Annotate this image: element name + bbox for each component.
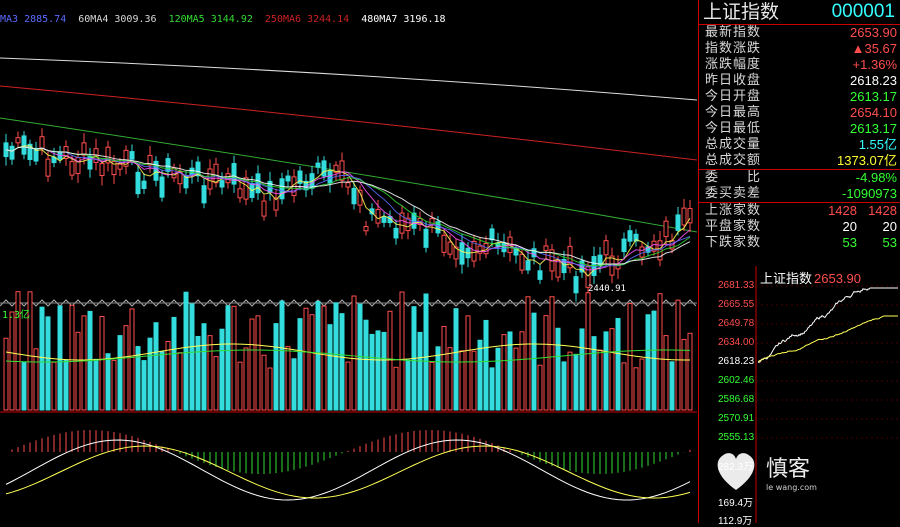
ma120-label: 120MA5 3144.92 [168,14,253,25]
quote-value: 1373.07亿 [837,153,897,168]
breadth-value: 1428 [828,203,857,218]
index-code: 000001 [831,1,895,22]
breadth-value-2: 1428 [868,203,897,218]
kline-chart[interactable]: MA3 2885.74 60MA4 3009.36 120MA5 3144.92… [0,0,697,523]
watermark-logo: 慎客 le wang.com [710,440,820,500]
panel-header: 上证指数 000001 [699,0,900,25]
quote-label: 今日最低 [705,121,762,136]
quote-row: 今日开盘 2613.17 [699,89,900,105]
low-point-label: 2440.91 [588,284,626,294]
quote-label: 总成交额 [705,153,762,168]
quote-label: 委 比 [705,170,762,185]
breadth-value-2: 20 [882,219,897,234]
mini-y-tick: 2649.78 [718,318,755,329]
breadth-row: 下跌家数 53 53 [699,235,900,251]
quote-row: 最新指数 2653.90 [699,25,900,41]
breadth-label: 平盘家数 [705,219,762,234]
quote-label: 最新指数 [705,25,762,40]
quote-value: 2613.17 [850,89,897,104]
kline-drawing [0,57,697,501]
quote-value: -4.98% [855,170,897,185]
mini-y-tick: 2681.33 [718,280,755,291]
quote-value: 2654.10 [850,105,897,120]
mini-title-label: 上证指数 [760,272,813,287]
ma250-label: 250MA6 3244.14 [264,14,350,25]
mini-y-tick: 2618.23 [718,356,755,367]
mini-y-tick: 2602.46 [718,375,755,386]
quote-label: 指数涨跌 [705,41,762,56]
mini-chart-title: 上证指数 2653.90 [760,268,861,287]
quote-row: 委 比 -4.98% [699,170,900,186]
quote-value: 1.55亿 [858,137,897,152]
breadth-row: 平盘家数 20 20 [699,219,900,235]
mini-y-tick: 2570.91 [718,413,755,424]
ma3-label: MA3 2885.74 [0,14,67,25]
ma480-label: 480MA7 3196.18 [361,14,446,25]
kline-canvas[interactable] [0,0,697,523]
breadth-value: 53 [842,235,857,250]
quote-value: 2613.17 [850,121,897,136]
quote-row: 总成交量 1.55亿 [699,137,900,153]
quote-row: 今日最高 2654.10 [699,105,900,121]
logo-text: 慎客 [766,457,810,482]
breadth-value-2: 53 [882,235,897,250]
quote-value: +1.36% [852,57,897,72]
quote-label: 总成交量 [705,137,762,152]
quote-row: 今日最低 2613.17 [699,121,900,137]
breadth-value: 20 [842,219,857,234]
ma60-label: 60MA4 3009.36 [78,14,157,25]
mini-y-tick: 2665.55 [718,299,755,310]
quote-row: 涨跌幅度 +1.36% [699,57,900,73]
mini-title-value: 2653.90 [814,271,862,286]
quote-row: 指数涨跌 ▲35.67 [699,41,900,57]
quote-row: 昨日收盘 2618.23 [699,73,900,89]
ma-legend: MA3 2885.74 60MA4 3009.36 120MA5 3144.92… [0,14,452,30]
quote-value: ▲35.67 [851,41,897,56]
logo-sub: le wang.com [766,483,817,492]
mini-y-tick: 2586.68 [718,394,755,405]
quote-value: -1090973 [842,186,897,201]
quote-label: 今日开盘 [705,89,762,104]
quote-row: 总成交额 1373.07亿 [699,153,900,169]
quote-value: 2653.90 [850,25,897,40]
quote-label: 昨日收盘 [705,73,762,88]
mini-y-tick: 2634.00 [718,337,755,348]
logo-heart-icon: 慎客 le wang.com [717,453,817,492]
breadth-label: 上涨家数 [705,203,762,218]
quote-label: 涨跌幅度 [705,57,762,72]
mini-vol-tick: 112.9万 [718,516,753,527]
volume-scale-label: 1.3亿 [2,310,31,321]
index-name: 上证指数 [703,1,780,23]
quote-label: 今日最高 [705,105,762,120]
breadth-row: 上涨家数 1428 1428 [699,203,900,219]
quote-row: 委买卖差 -1090973 [699,186,900,202]
quote-label: 委买卖差 [705,186,762,201]
quote-value: 2618.23 [850,73,897,88]
breadth-label: 下跌家数 [705,235,762,250]
